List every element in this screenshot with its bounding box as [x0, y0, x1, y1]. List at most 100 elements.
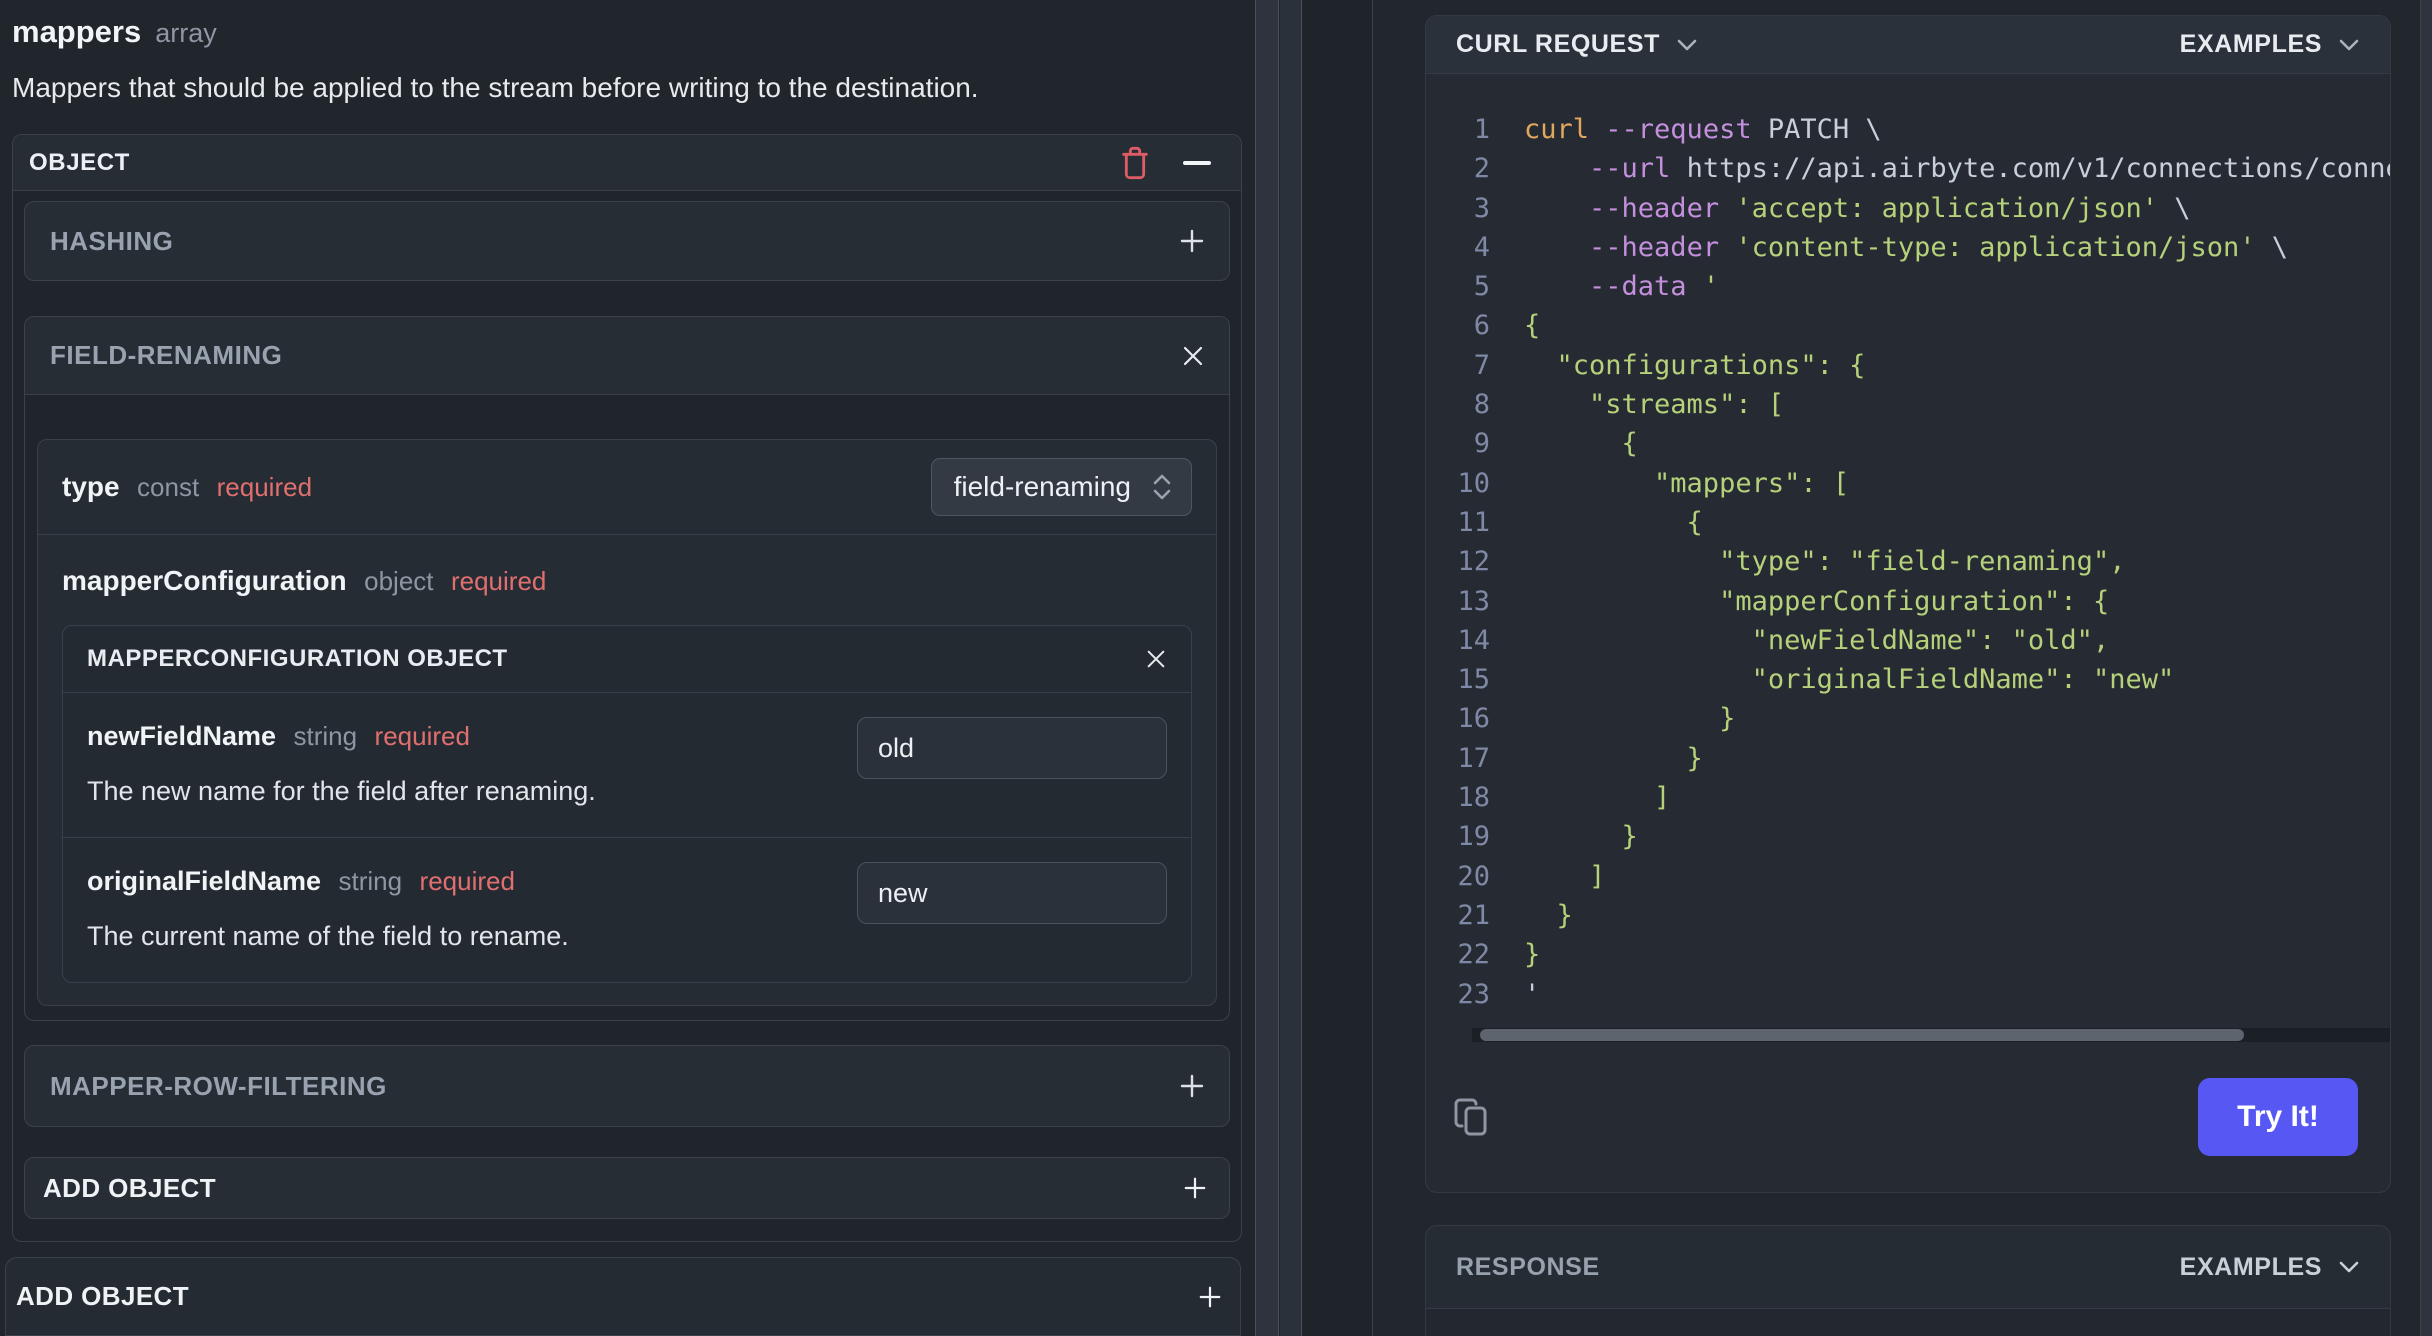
chevron-down-icon — [1676, 38, 1698, 52]
code-line-content: } — [1524, 821, 1638, 853]
code-line-content: "mappers": [ — [1524, 467, 1850, 499]
add-object-bar[interactable]: ADD OBJECT — [5, 1257, 1241, 1336]
code-line: 22} — [1450, 935, 2390, 974]
field-description: Mappers that should be applied to the st… — [12, 72, 979, 103]
response-examples-label: EXAMPLES — [2179, 1252, 2322, 1281]
line-number: 13 — [1457, 585, 1490, 617]
code-line: 17 } — [1450, 739, 2390, 778]
line-number: 9 — [1473, 428, 1490, 460]
close-icon[interactable] — [1181, 344, 1205, 368]
minus-icon — [1183, 160, 1211, 166]
code-line-content: } — [1524, 939, 1541, 971]
object-card-body: HASHING FIELD-RENAMING type const requir… — [13, 191, 1241, 1241]
code-line-content: "configurations": { — [1524, 349, 1866, 381]
property-kind: string — [293, 721, 358, 751]
collapse-object-button[interactable] — [1183, 160, 1211, 166]
curl-request-dropdown[interactable]: CURL REQUEST — [1456, 30, 1698, 59]
section-hashing-header[interactable]: HASHING — [25, 202, 1229, 280]
mapper-configuration-object-header: MAPPERCONFIGURATION OBJECT — [63, 626, 1191, 693]
line-number: 19 — [1457, 821, 1490, 853]
inner-scrollbar-track[interactable] — [1280, 0, 1302, 1336]
horizontal-scrollbar-thumb[interactable] — [1480, 1028, 2244, 1041]
line-number: 2 — [1473, 153, 1490, 185]
close-icon[interactable] — [1145, 648, 1167, 670]
trash-icon — [1119, 145, 1151, 181]
add-object-row[interactable]: ADD OBJECT — [24, 1157, 1230, 1219]
code-line: 4 --header 'content-type: application/js… — [1450, 228, 2390, 267]
plus-icon[interactable] — [1179, 1073, 1205, 1099]
property-required-badge: required — [450, 566, 547, 596]
code-line-content: } — [1524, 742, 1703, 774]
copy-code-button[interactable] — [1450, 1094, 1492, 1140]
line-number: 14 — [1457, 624, 1490, 656]
plus-icon — [1198, 1285, 1222, 1309]
field-type-label: array — [155, 18, 217, 48]
code-line-content: { — [1524, 506, 1703, 538]
object-card: OBJECT HASHING FIELD-RENAMING type const… — [12, 134, 1242, 1242]
try-it-button[interactable]: Try It! — [2198, 1077, 2358, 1156]
line-number: 7 — [1473, 349, 1490, 381]
examples-dropdown[interactable]: EXAMPLES — [2180, 30, 2360, 59]
field-renaming-properties-card: type const required field-renaming mappe… — [37, 439, 1217, 1006]
curl-request-header: CURL REQUEST EXAMPLES — [1426, 16, 2390, 74]
section-hashing-label: HASHING — [50, 225, 174, 256]
delete-object-button[interactable] — [1119, 145, 1151, 181]
code-line: 9 { — [1450, 424, 2390, 463]
line-number: 8 — [1473, 389, 1490, 421]
chevron-down-icon — [2338, 38, 2360, 52]
original-field-name-input[interactable] — [857, 862, 1167, 924]
code-line: 8 "streams": [ — [1450, 385, 2390, 424]
window-scrollbar[interactable] — [2420, 0, 2432, 1336]
code-line-content: } — [1524, 703, 1736, 735]
horizontal-scrollbar-track[interactable] — [1472, 1027, 2390, 1042]
add-object-label: ADD OBJECT — [43, 1172, 217, 1203]
field-title: mappers — [12, 14, 142, 49]
code-line-content: { — [1524, 428, 1638, 460]
section-mapper-row-filtering-header[interactable]: MAPPER-ROW-FILTERING — [25, 1046, 1229, 1126]
code-line-content: "mapperConfiguration": { — [1524, 585, 2110, 617]
line-number: 15 — [1457, 664, 1490, 696]
code-line: 7 "configurations": { — [1450, 346, 2390, 385]
line-number: 10 — [1457, 467, 1490, 499]
code-line-content: { — [1524, 310, 1541, 342]
code-line-content: ] — [1524, 860, 1606, 892]
section-mapper-row-filtering: MAPPER-ROW-FILTERING — [24, 1045, 1230, 1127]
new-field-name-description: The new name for the field after renamin… — [87, 776, 596, 806]
curl-request-title: CURL REQUEST — [1456, 30, 1660, 58]
section-field-renaming: FIELD-RENAMING type const required field… — [24, 316, 1230, 1021]
field-title-row: mappers array — [12, 14, 1242, 50]
property-required-badge: required — [216, 472, 313, 502]
original-field-name-description: The current name of the field to rename. — [87, 921, 569, 951]
code-line-content: } — [1524, 899, 1573, 931]
code-line: 13 "mapperConfiguration": { — [1450, 582, 2390, 621]
response-examples-dropdown[interactable]: EXAMPLES — [2180, 1253, 2360, 1282]
section-field-renaming-header[interactable]: FIELD-RENAMING — [25, 317, 1229, 395]
line-number: 6 — [1473, 310, 1490, 342]
object-card-actions — [1119, 145, 1221, 181]
property-name: originalFieldName — [87, 866, 322, 896]
original-field-name-label: originalFieldName string required — [87, 866, 515, 896]
code-line-content: --url https://api.airbyte.com/v1/connect… — [1589, 153, 2390, 185]
code-lines: 1 curl --request PATCH \ 2 --url https://a… — [1450, 110, 2390, 1014]
response-body — [1426, 1309, 2390, 1336]
code-footer: Try It! — [1426, 1042, 2390, 1192]
line-number: 12 — [1457, 546, 1490, 578]
copy-icon — [1450, 1094, 1492, 1140]
new-field-name-input[interactable] — [857, 717, 1167, 779]
plus-icon[interactable] — [1179, 228, 1205, 254]
add-object-bar-label: ADD OBJECT — [16, 1281, 190, 1311]
property-name: type — [62, 471, 120, 502]
code-line: 20 ] — [1450, 857, 2390, 896]
curl-request-card: CURL REQUEST EXAMPLES 1 curl --request PA… — [1425, 15, 2391, 1193]
left-panel-scrollbar[interactable] — [1255, 0, 1279, 1336]
chevron-up-down-icon — [1151, 472, 1173, 502]
section-field-renaming-body: type const required field-renaming mappe… — [25, 395, 1229, 1020]
code-block: 1 curl --request PATCH \ 2 --url https://a… — [1426, 74, 2390, 1014]
line-number: 20 — [1457, 860, 1490, 892]
type-select[interactable]: field-renaming — [930, 458, 1192, 516]
code-line-content: --header 'content-type: application/json… — [1589, 231, 2289, 263]
type-property-label: type const required — [62, 471, 312, 503]
property-name: newFieldName — [87, 721, 277, 751]
code-line-content: "newFieldName": "old", — [1524, 624, 2110, 656]
code-line: 3 --header 'accept: application/json' \ — [1450, 189, 2390, 228]
